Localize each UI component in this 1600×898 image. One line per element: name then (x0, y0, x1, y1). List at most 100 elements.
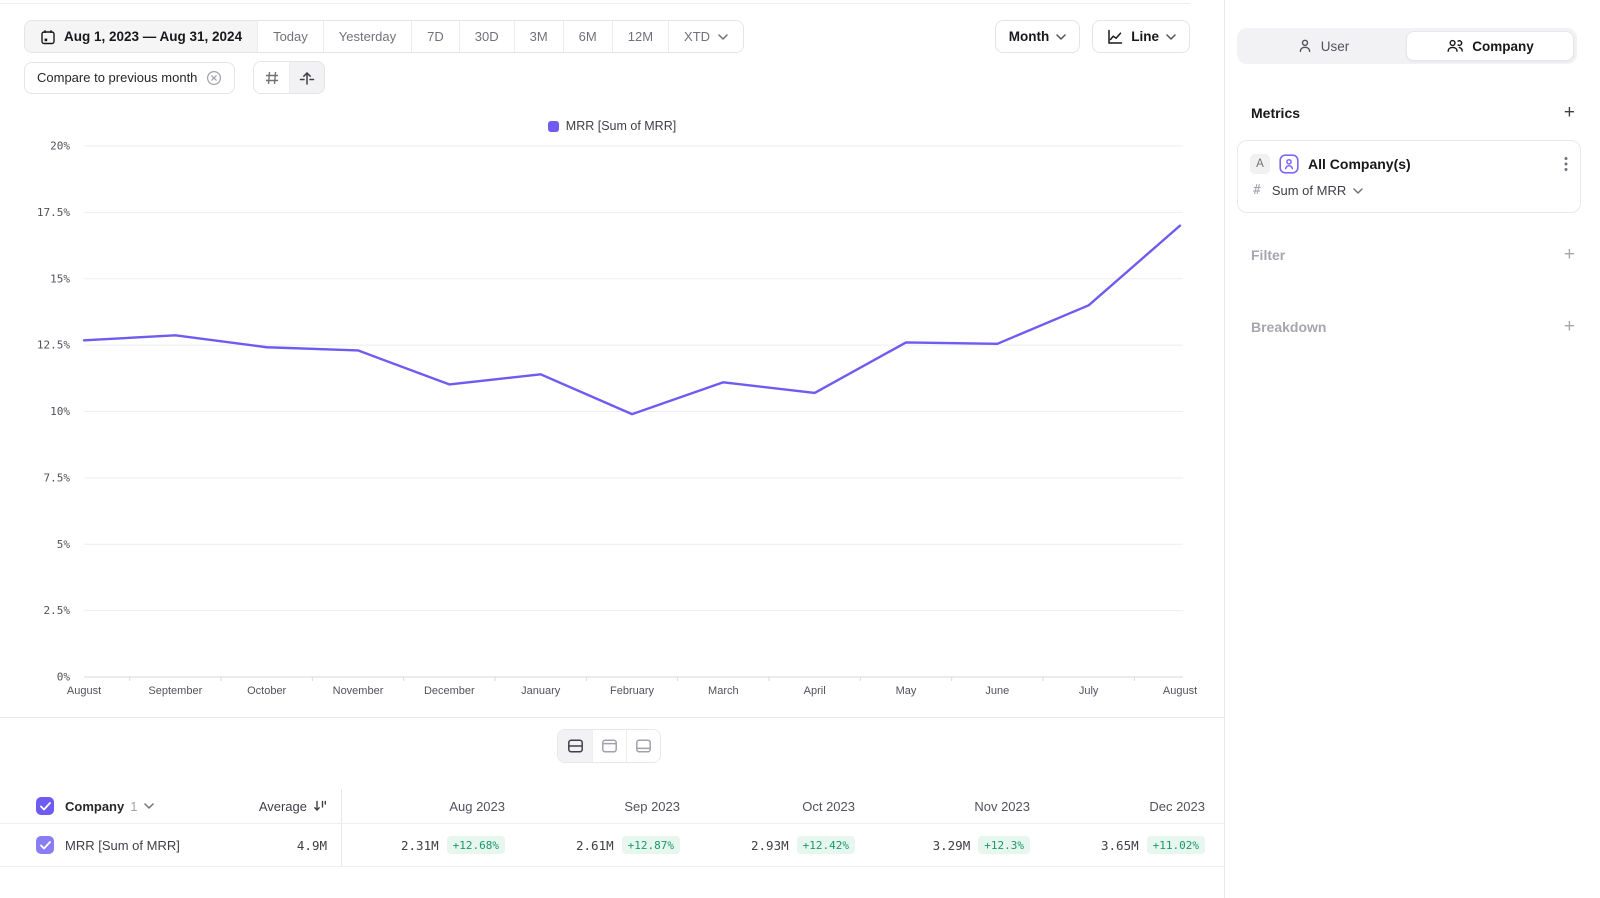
metrics-section-header: Metrics + (1251, 105, 1575, 121)
chevron-down-icon (1166, 34, 1176, 40)
company-metric-icon (1279, 154, 1299, 174)
metric-row-name: MRR [Sum of MRR] (65, 838, 180, 853)
y-axis-tick: 10% (50, 405, 70, 418)
legend-swatch (548, 121, 559, 132)
layout-split-icon (567, 738, 584, 754)
remove-compare-icon[interactable] (206, 70, 222, 86)
arrow-up-from-line-icon (299, 70, 315, 86)
chevron-down-icon (718, 34, 728, 40)
cell-value: 2.61M (576, 838, 614, 853)
user-icon (1297, 38, 1313, 54)
month-column-header[interactable]: Nov 2023 (974, 799, 1030, 814)
grid-toggle-button[interactable] (254, 62, 289, 93)
range-button-6m[interactable]: 6M (564, 21, 613, 52)
add-breakdown-button[interactable]: + (1564, 319, 1575, 335)
group-count: 1 (130, 799, 137, 814)
analytics-main-panel: Aug 1, 2023 — Aug 31, 2024 TodayYesterda… (0, 0, 1224, 898)
x-axis-label: April (804, 685, 826, 697)
cell-value: 2.31M (401, 838, 439, 853)
date-range-group: Aug 1, 2023 — Aug 31, 2024 TodayYesterda… (24, 20, 744, 53)
compare-chip[interactable]: Compare to previous month (24, 62, 235, 94)
group-by-label[interactable]: Company (65, 799, 124, 814)
add-metric-button[interactable]: + (1564, 105, 1575, 121)
chevron-down-icon[interactable] (144, 803, 154, 809)
month-column-header[interactable]: Oct 2023 (802, 799, 855, 814)
x-axis-label: March (708, 685, 739, 697)
month-column-header[interactable]: Aug 2023 (449, 799, 505, 814)
toggle-company-label: Company (1472, 39, 1534, 54)
breakdown-label: Breakdown (1251, 319, 1326, 335)
table-row[interactable]: MRR [Sum of MRR] 4.9M 2.31M+12.68%2.61M+… (0, 823, 1224, 867)
table-header: Company 1 Average Aug 2023 Sep 2023 Oct 20… (0, 789, 1224, 823)
x-axis-label: February (610, 685, 655, 697)
cell-value: 2.93M (751, 838, 789, 853)
chart-legend: MRR [Sum of MRR] (0, 119, 1224, 133)
y-axis-tick: 20% (50, 140, 70, 153)
row-checkbox[interactable] (36, 836, 54, 854)
check-icon (40, 802, 51, 811)
chart-option-toggles (253, 61, 325, 94)
date-range-label: Aug 1, 2023 — Aug 31, 2024 (64, 29, 242, 44)
x-axis-label: August (67, 685, 101, 697)
top-divider (0, 3, 1190, 4)
config-sidebar: User Company Metrics + A All Company(s) (1224, 0, 1600, 898)
metric-name: All Company(s) (1308, 156, 1555, 172)
mrr-trend-chart[interactable]: 0%2.5%5%7.5%10%12.5%15%17.5%20%AugustSep… (0, 136, 1224, 708)
x-axis-label: July (1079, 685, 1099, 697)
grid-hash-icon (264, 70, 280, 86)
date-range-button[interactable]: Aug 1, 2023 — Aug 31, 2024 (25, 21, 258, 52)
chart-type-dropdown[interactable]: Line (1092, 20, 1190, 53)
cell-value: 3.65M (1101, 838, 1139, 853)
y-axis-tick: 2.5% (44, 604, 71, 617)
month-column-header[interactable]: Sep 2023 (624, 799, 680, 814)
range-button-xtd[interactable]: XTD (669, 21, 743, 52)
delta-badge: +12.42% (797, 836, 855, 854)
delta-badge: +11.02% (1147, 836, 1205, 854)
breakdown-section: Breakdown + (1251, 319, 1575, 335)
layout-split-button[interactable] (558, 730, 592, 762)
metric-card[interactable]: A All Company(s) # Sum of MRR (1237, 140, 1581, 213)
entity-toggle: User Company (1237, 28, 1577, 64)
granularity-dropdown[interactable]: Month (995, 20, 1080, 53)
range-button-yesterday[interactable]: Yesterday (324, 21, 412, 52)
toggle-user-label: User (1321, 39, 1350, 54)
x-axis-label: December (424, 685, 475, 697)
average-label: Average (259, 799, 307, 814)
xtd-label: XTD (684, 29, 710, 44)
x-axis-label: September (148, 685, 202, 697)
delta-badge: +12.87% (622, 836, 680, 854)
mrr-line-series[interactable] (84, 226, 1180, 415)
range-button-today[interactable]: Today (258, 21, 324, 52)
toggle-company[interactable]: Company (1406, 31, 1574, 61)
y-axis-tick: 7.5% (44, 471, 71, 484)
average-column-header[interactable]: Average (259, 799, 327, 814)
range-button-30d[interactable]: 30D (460, 21, 515, 52)
select-all-checkbox[interactable] (36, 797, 54, 815)
toggle-user[interactable]: User (1240, 31, 1406, 61)
y-axis-tick: 12.5% (37, 339, 70, 352)
range-button-12m[interactable]: 12M (613, 21, 669, 52)
layout-table-only-button[interactable] (626, 730, 660, 762)
metric-letter-badge: A (1250, 154, 1270, 174)
range-button-7d[interactable]: 7D (412, 21, 460, 52)
granularity-label: Month (1009, 29, 1049, 44)
check-icon (40, 841, 51, 850)
compare-chip-label: Compare to previous month (37, 70, 197, 85)
table-panel: Company 1 Average Aug 2023 Sep 2023 Oct 20… (0, 717, 1224, 898)
aggregation-dropdown[interactable]: Sum of MRR (1272, 183, 1363, 198)
cumulative-toggle-button[interactable] (289, 62, 324, 93)
view-controls: Month Line (995, 20, 1190, 53)
layout-bottom-icon (635, 738, 652, 754)
y-axis-tick: 0% (57, 671, 71, 684)
y-axis-tick: 17.5% (37, 206, 70, 219)
add-filter-button[interactable]: + (1564, 247, 1575, 263)
toolbar: Aug 1, 2023 — Aug 31, 2024 TodayYesterda… (24, 20, 1190, 53)
layout-chart-only-button[interactable] (592, 730, 626, 762)
range-button-3m[interactable]: 3M (515, 21, 564, 52)
kebab-menu-icon[interactable] (1564, 156, 1568, 172)
chevron-down-icon (1056, 34, 1066, 40)
aggregation-label: Sum of MRR (1272, 183, 1346, 198)
metric-row-average: 4.9M (297, 838, 327, 853)
month-column-header[interactable]: Dec 2023 (1149, 799, 1205, 814)
y-axis-tick: 5% (57, 538, 71, 551)
